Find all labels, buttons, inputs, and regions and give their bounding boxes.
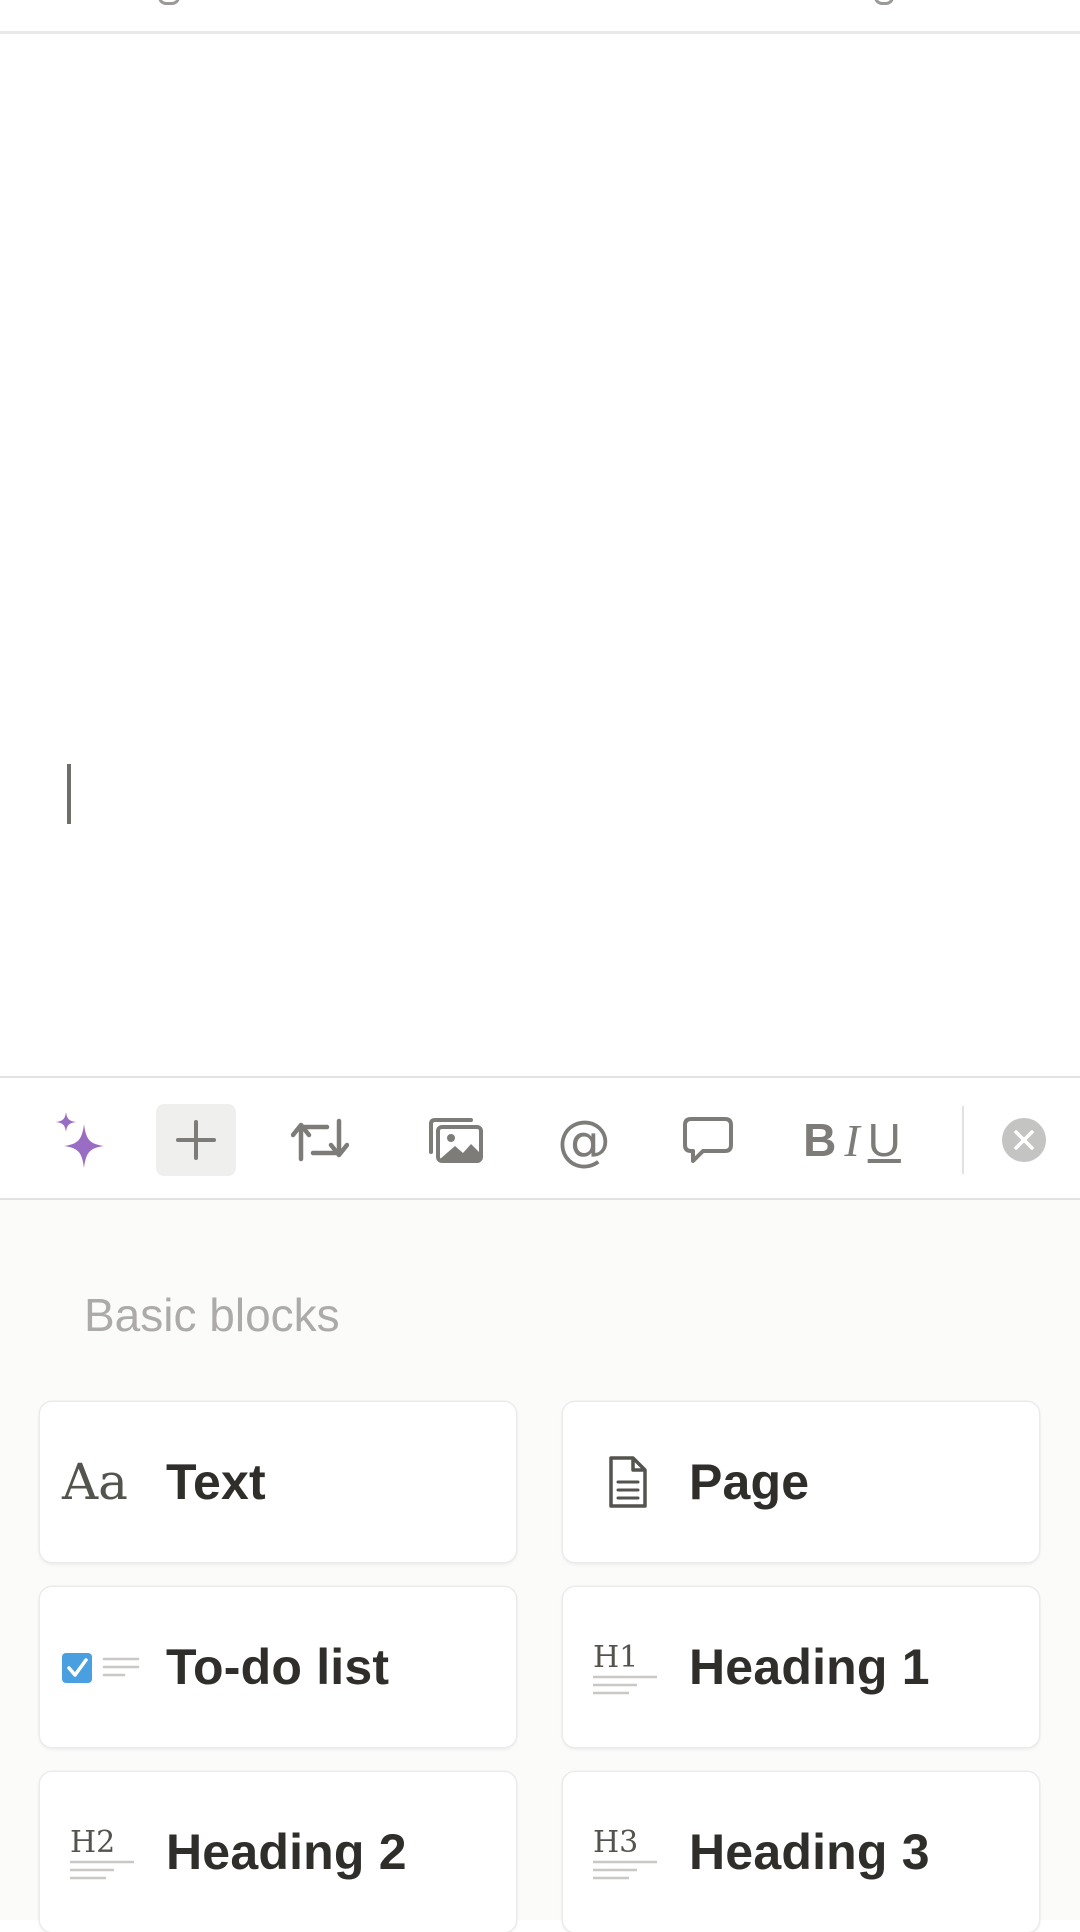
block-option-label: Page	[689, 1454, 810, 1510]
block-option-heading-2[interactable]: H2 Heading 2	[40, 1772, 516, 1932]
media-icon	[429, 1118, 483, 1163]
turn-into-icon	[291, 1118, 349, 1162]
block-option-heading-3[interactable]: H3 Heading 3	[563, 1772, 1039, 1932]
block-option-label: Text	[166, 1454, 266, 1510]
heading-icon-text: H3	[593, 1825, 638, 1860]
editor-area[interactable]	[0, 34, 1080, 1076]
turn-into-button[interactable]	[288, 1104, 352, 1176]
ai-sparkle-button[interactable]	[44, 1104, 116, 1176]
block-option-label: Heading 1	[689, 1639, 930, 1695]
page-icon	[585, 1442, 689, 1522]
add-block-button[interactable]	[156, 1104, 236, 1176]
plus-icon	[176, 1120, 216, 1160]
heading-icon-text: H2	[70, 1825, 115, 1860]
italic-glyph: I	[844, 1115, 860, 1166]
top-bar	[0, 0, 1080, 34]
todo-checkbox-icon	[62, 1627, 166, 1707]
toolbar-divider	[962, 1106, 964, 1174]
at-mention-icon: @	[557, 1108, 611, 1172]
text-caret	[67, 764, 71, 824]
heading-2-icon: H2	[62, 1812, 166, 1892]
close-icon	[1002, 1118, 1046, 1162]
media-button[interactable]	[420, 1104, 490, 1176]
heading-icon-text: H1	[593, 1640, 638, 1675]
close-toolbar-button[interactable]	[996, 1104, 1052, 1176]
block-option-page[interactable]: Page	[563, 1402, 1039, 1562]
comment-button[interactable]	[676, 1104, 740, 1176]
comment-icon	[683, 1117, 733, 1163]
heading-3-icon: H3	[585, 1812, 689, 1892]
top-bar-glyph-fragment	[158, 0, 180, 5]
top-bar-glyph-fragment	[874, 0, 894, 5]
mention-button[interactable]: @	[552, 1104, 616, 1176]
heading-1-icon: H1	[585, 1627, 689, 1707]
text-aa-icon: Aa	[62, 1453, 128, 1511]
block-option-label: Heading 3	[689, 1824, 930, 1880]
block-option-label: To-do list	[166, 1639, 390, 1695]
bold-glyph: B	[803, 1114, 837, 1166]
text-format-icon: B I U	[803, 1113, 901, 1167]
block-option-text[interactable]: Aa Text	[40, 1402, 516, 1562]
underline-glyph: U	[867, 1114, 901, 1166]
sparkle-icon	[56, 1112, 104, 1168]
block-option-heading-1[interactable]: H1 Heading 1	[563, 1587, 1039, 1747]
block-option-todo-list[interactable]: To-do list	[40, 1587, 516, 1747]
formatting-toolbar: @ B I U	[0, 1076, 1080, 1200]
block-option-label: Heading 2	[166, 1824, 407, 1880]
section-title: Basic blocks	[84, 1289, 340, 1341]
text-format-button[interactable]: B I U	[800, 1104, 904, 1176]
